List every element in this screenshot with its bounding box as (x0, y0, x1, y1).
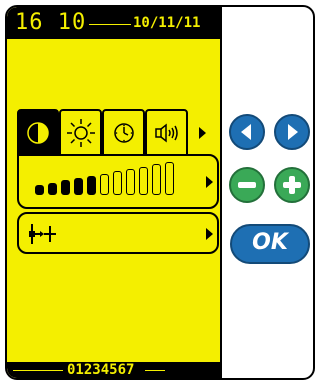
plus-icon (283, 176, 301, 194)
date-readout: 10/11/11 (133, 15, 201, 31)
level-bar (48, 182, 57, 195)
tab-brightness[interactable] (59, 109, 102, 156)
minus-icon (238, 182, 256, 188)
level-row[interactable] (17, 154, 219, 209)
tab-volume[interactable] (145, 109, 188, 156)
status-bar: 16 10 10/11/11 (7, 7, 220, 39)
clock-time: 16 10 (15, 10, 87, 35)
footer-code: 01234567 (67, 362, 135, 378)
speaker-icon (154, 122, 178, 143)
level-bar (152, 164, 161, 195)
ok-button[interactable]: OK (230, 224, 310, 264)
tab-contrast[interactable] (17, 109, 59, 156)
tab-next-arrow-icon[interactable] (199, 127, 206, 139)
brightness-icon (66, 118, 95, 147)
right-arrow-button[interactable] (274, 114, 310, 150)
plus-button[interactable] (274, 167, 310, 203)
tab-clock[interactable] (102, 109, 145, 156)
status-divider-line (89, 24, 131, 25)
level-row-arrow-icon[interactable] (206, 176, 213, 188)
level-bar (61, 180, 70, 195)
minus-button[interactable] (229, 167, 265, 203)
contrast-icon (27, 121, 49, 144)
adjust-row[interactable] (17, 212, 219, 254)
adjust-row-arrow-icon[interactable] (206, 228, 213, 240)
footer-line-left (13, 370, 63, 371)
level-bar (126, 168, 135, 195)
level-bar (100, 173, 109, 195)
footer-line-right (145, 370, 165, 371)
triangle-left-icon (241, 124, 251, 140)
level-bar (74, 178, 83, 195)
level-bar (35, 185, 44, 195)
device-frame: 16 10 10/11/11 01234567 OK (5, 5, 315, 380)
display-screen: 16 10 10/11/11 01234567 (7, 7, 222, 378)
left-arrow-button[interactable] (229, 114, 265, 150)
footer-bar: 01234567 (7, 362, 220, 378)
clock-icon (113, 122, 134, 143)
level-bar (87, 175, 96, 195)
balance-sliders-icon (29, 224, 56, 244)
triangle-right-icon (288, 124, 298, 140)
level-bar (139, 166, 148, 195)
level-bar (165, 162, 174, 195)
level-bar (113, 171, 122, 195)
